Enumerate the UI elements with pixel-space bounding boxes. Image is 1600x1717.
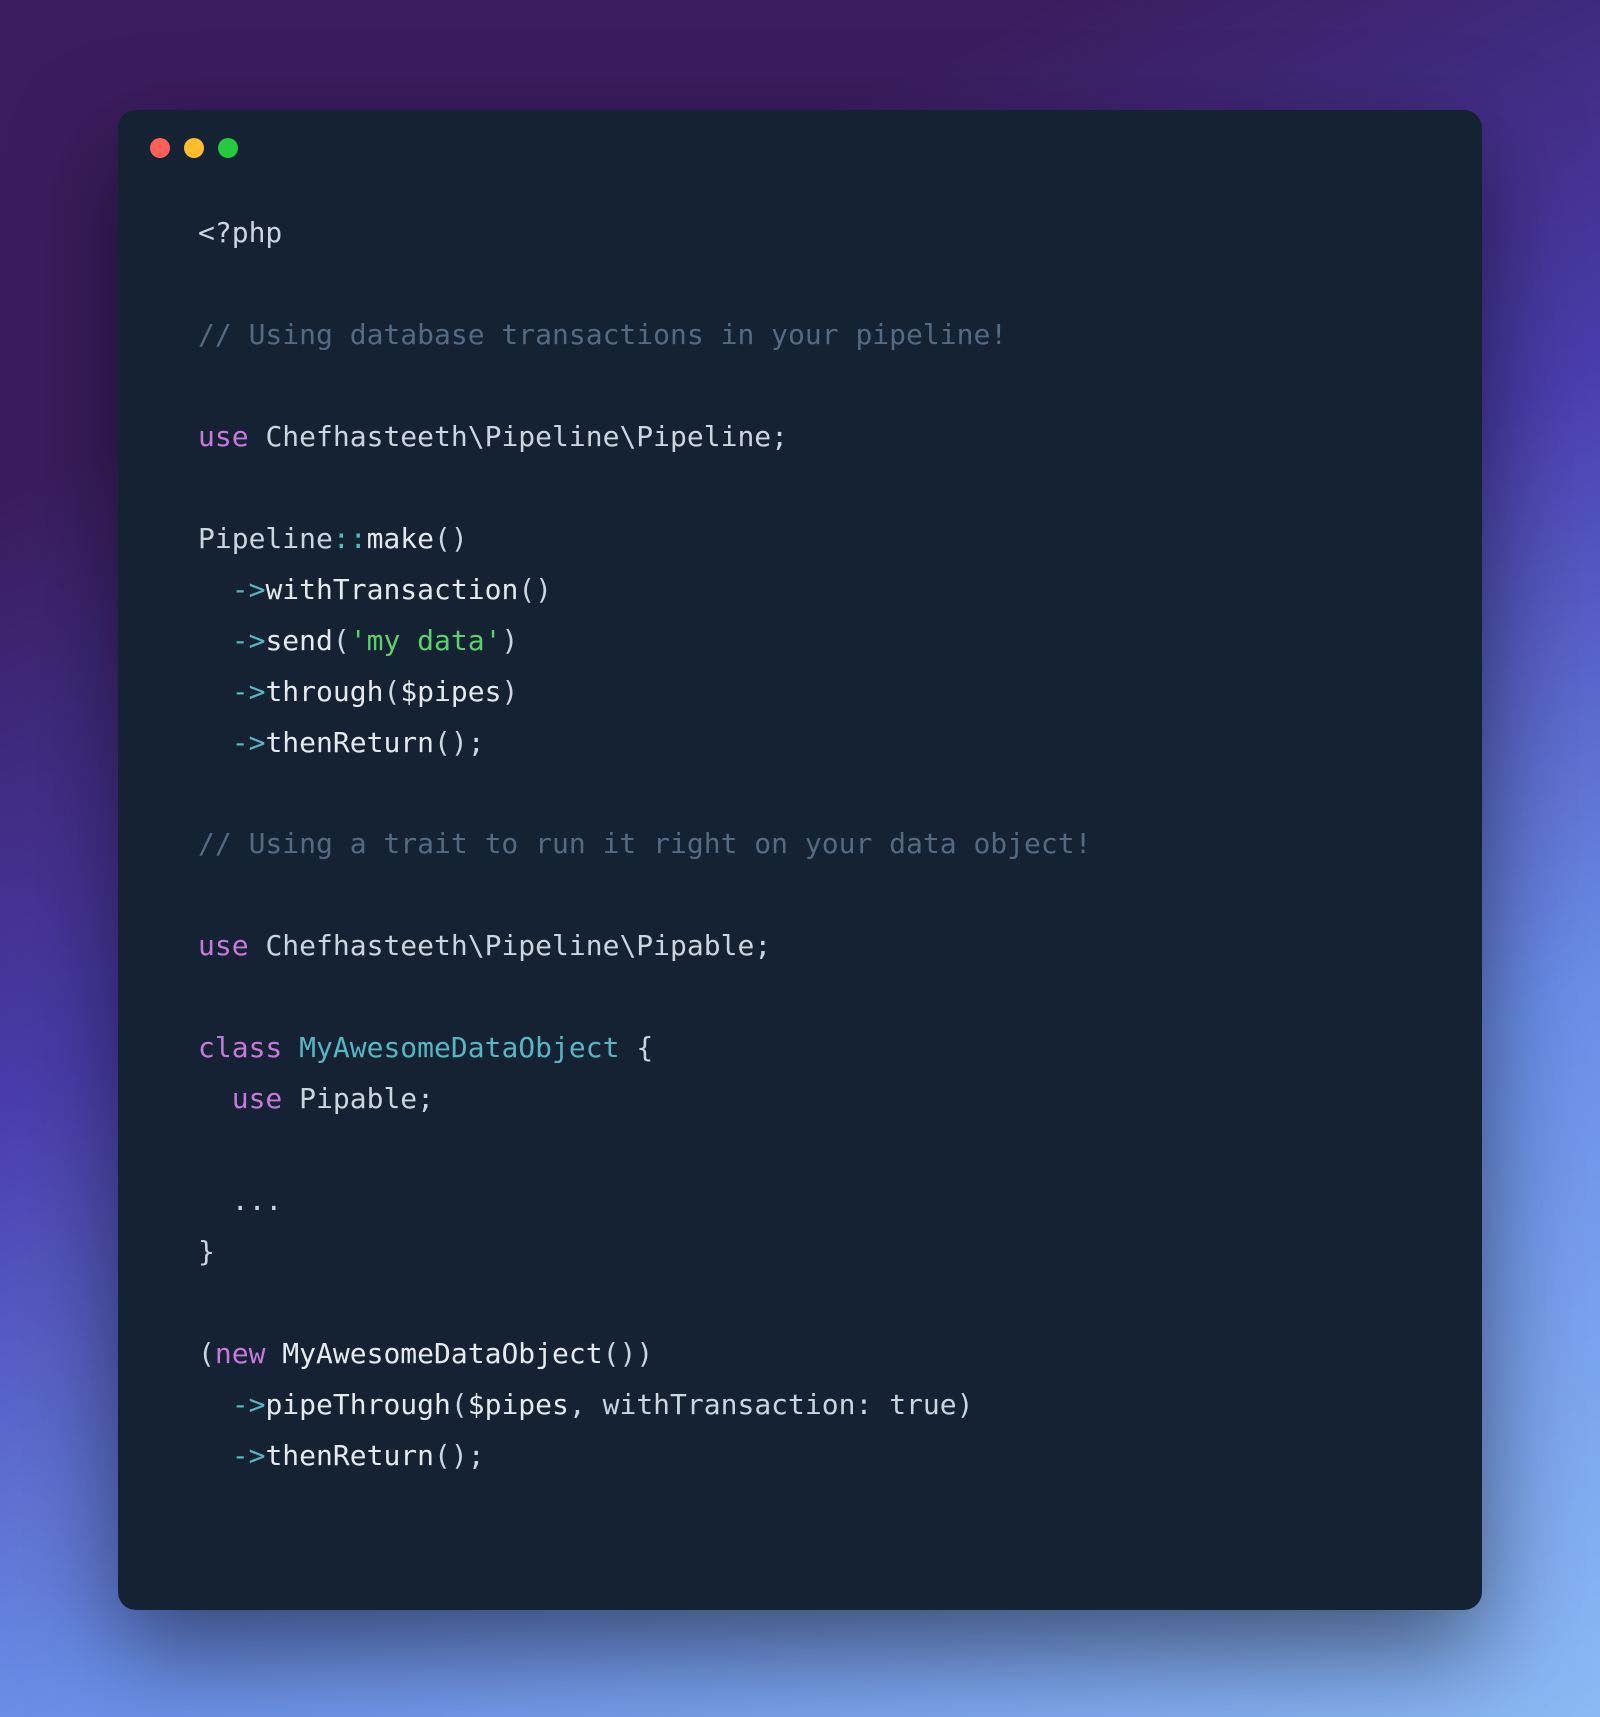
send-method: send <box>265 624 332 657</box>
parens: () <box>434 1439 468 1472</box>
close-paren: ) <box>636 1337 653 1370</box>
pipeline-class: Pipeline <box>198 522 333 555</box>
class-name: MyAwesomeDataObject <box>299 1031 619 1064</box>
parens: () <box>603 1337 637 1370</box>
semicolon: ; <box>754 929 771 962</box>
pipes-var-2: $pipes <box>468 1388 569 1421</box>
class-instantiation: MyAwesomeDataObject <box>282 1337 602 1370</box>
close-paren: ) <box>501 675 518 708</box>
pipable-trait: Pipable <box>299 1082 417 1115</box>
close-paren: ) <box>501 624 518 657</box>
open-paren: ( <box>198 1337 215 1370</box>
arrow-op: -> <box>232 675 266 708</box>
namespace-2: Chefhasteeth\Pipeline\Pipable <box>265 929 754 962</box>
minimize-icon[interactable] <box>184 138 204 158</box>
open-paren: ( <box>333 624 350 657</box>
pipes-var: $pipes <box>400 675 501 708</box>
semicolon: ; <box>468 726 485 759</box>
string-literal: 'my data' <box>350 624 502 657</box>
arrow-op: -> <box>232 1388 266 1421</box>
parens: () <box>434 522 468 555</box>
comma: , <box>569 1388 603 1421</box>
true-value: true <box>889 1388 956 1421</box>
semicolon: ; <box>417 1082 434 1115</box>
arrow-op: -> <box>232 573 266 606</box>
use-keyword-2: use <box>198 929 249 962</box>
class-keyword: class <box>198 1031 282 1064</box>
double-colon: :: <box>333 522 367 555</box>
arrow-op: -> <box>232 1439 266 1472</box>
thenreturn-method-2: thenReturn <box>265 1439 434 1472</box>
comment-2: // Using a trait to run it right on your… <box>198 827 1091 860</box>
maximize-icon[interactable] <box>218 138 238 158</box>
open-paren: ( <box>383 675 400 708</box>
open-paren: ( <box>451 1388 468 1421</box>
semicolon: ; <box>771 420 788 453</box>
close-icon[interactable] <box>150 138 170 158</box>
close-brace: } <box>198 1235 215 1268</box>
arrow-op: -> <box>232 726 266 759</box>
withtransaction-method: withTransaction <box>265 573 518 606</box>
arrow-op: -> <box>232 624 266 657</box>
use-keyword-1: use <box>198 420 249 453</box>
thenreturn-method: thenReturn <box>265 726 434 759</box>
make-method: make <box>367 522 434 555</box>
close-paren: ) <box>957 1388 974 1421</box>
code-window: <?php // Using database transactions in … <box>118 110 1482 1610</box>
ellipsis: ... <box>232 1184 283 1217</box>
namespace-1: Chefhasteeth\Pipeline\Pipeline <box>265 420 771 453</box>
pipethrough-method: pipeThrough <box>265 1388 450 1421</box>
semicolon: ; <box>468 1439 485 1472</box>
parens: () <box>434 726 468 759</box>
named-argument: withTransaction: <box>603 1388 873 1421</box>
comment-1: // Using database transactions in your p… <box>198 318 1007 351</box>
titlebar <box>118 110 1482 168</box>
open-brace: { <box>636 1031 653 1064</box>
through-method: through <box>265 675 383 708</box>
use-keyword-trait: use <box>232 1082 283 1115</box>
code-block: <?php // Using database transactions in … <box>118 168 1482 1542</box>
parens: () <box>518 573 552 606</box>
php-open-tag: <?php <box>198 216 282 249</box>
new-keyword: new <box>215 1337 266 1370</box>
